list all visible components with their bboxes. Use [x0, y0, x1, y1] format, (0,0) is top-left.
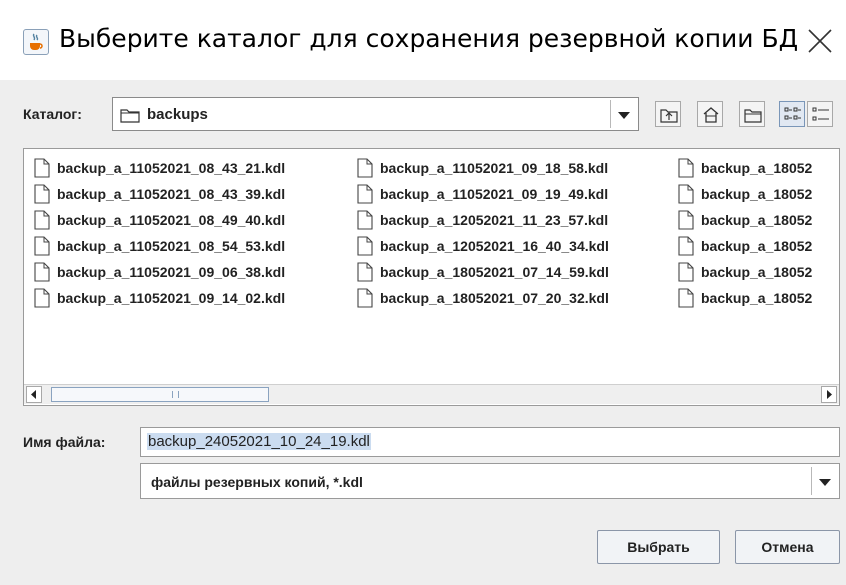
file-icon — [34, 262, 50, 282]
directory-dropdown-button[interactable] — [610, 100, 636, 128]
select-button[interactable]: Выбрать — [597, 530, 720, 564]
file-type-dropdown-button[interactable] — [811, 467, 837, 495]
title-bar: Выберите каталог для сохранения резервно… — [0, 0, 846, 80]
file-list[interactable]: backup_a_11052021_08_43_21.kdl backup_a_… — [23, 148, 840, 406]
horizontal-scrollbar[interactable] — [24, 384, 839, 404]
home-button[interactable] — [697, 101, 723, 127]
filename-label: Имя файла: — [23, 434, 106, 450]
caret-right-icon — [827, 390, 832, 399]
file-icon — [678, 210, 694, 230]
file-icon — [678, 288, 694, 308]
scroll-right-button[interactable] — [821, 386, 837, 403]
new-folder-icon — [744, 109, 762, 123]
filename-field[interactable]: backup_24052021_10_24_19.kdl — [140, 427, 840, 457]
directory-value: backups — [147, 106, 208, 123]
directory-combo[interactable]: backups — [112, 97, 639, 131]
directory-label: Каталог: — [23, 106, 82, 122]
up-folder-button[interactable] — [655, 101, 681, 127]
details-view-icon — [812, 107, 829, 121]
file-icon — [678, 236, 694, 256]
file-chooser-dialog: Выберите каталог для сохранения резервно… — [0, 0, 846, 585]
file-icon — [357, 262, 373, 282]
scrollbar-thumb[interactable] — [51, 387, 269, 402]
file-icon — [678, 262, 694, 282]
up-folder-icon — [660, 109, 678, 123]
chevron-down-icon — [819, 479, 831, 486]
file-icon — [34, 288, 50, 308]
file-icon — [678, 158, 694, 178]
list-view-icon — [784, 107, 801, 120]
caret-left-icon — [31, 390, 36, 399]
file-icon — [357, 236, 373, 256]
scrollbar-grip — [172, 391, 179, 398]
file-icon — [357, 210, 373, 230]
file-icon — [357, 158, 373, 178]
file-type-combo[interactable]: файлы резервных копий, *.kdl — [140, 463, 840, 499]
cancel-button[interactable]: Отмена — [735, 530, 840, 564]
file-type-value: файлы резервных копий, *.kdl — [151, 474, 363, 490]
home-icon — [703, 107, 719, 123]
file-icon — [34, 184, 50, 204]
close-icon[interactable] — [805, 26, 835, 56]
filename-value[interactable]: backup_24052021_10_24_19.kdl — [147, 433, 371, 450]
file-icon — [357, 184, 373, 204]
folder-icon — [120, 109, 140, 123]
file-icon — [357, 288, 373, 308]
chevron-down-icon — [618, 112, 630, 119]
file-icon — [34, 210, 50, 230]
details-view-button[interactable] — [807, 101, 833, 127]
java-cup-icon — [23, 29, 49, 55]
list-view-button[interactable] — [779, 101, 805, 127]
file-icon — [678, 184, 694, 204]
file-icon — [34, 158, 50, 178]
scroll-left-button[interactable] — [26, 386, 42, 403]
dialog-title: Выберите каталог для сохранения резервно… — [59, 24, 799, 53]
close-button[interactable] — [805, 26, 835, 56]
file-icon — [34, 236, 50, 256]
new-folder-button[interactable] — [739, 101, 765, 127]
